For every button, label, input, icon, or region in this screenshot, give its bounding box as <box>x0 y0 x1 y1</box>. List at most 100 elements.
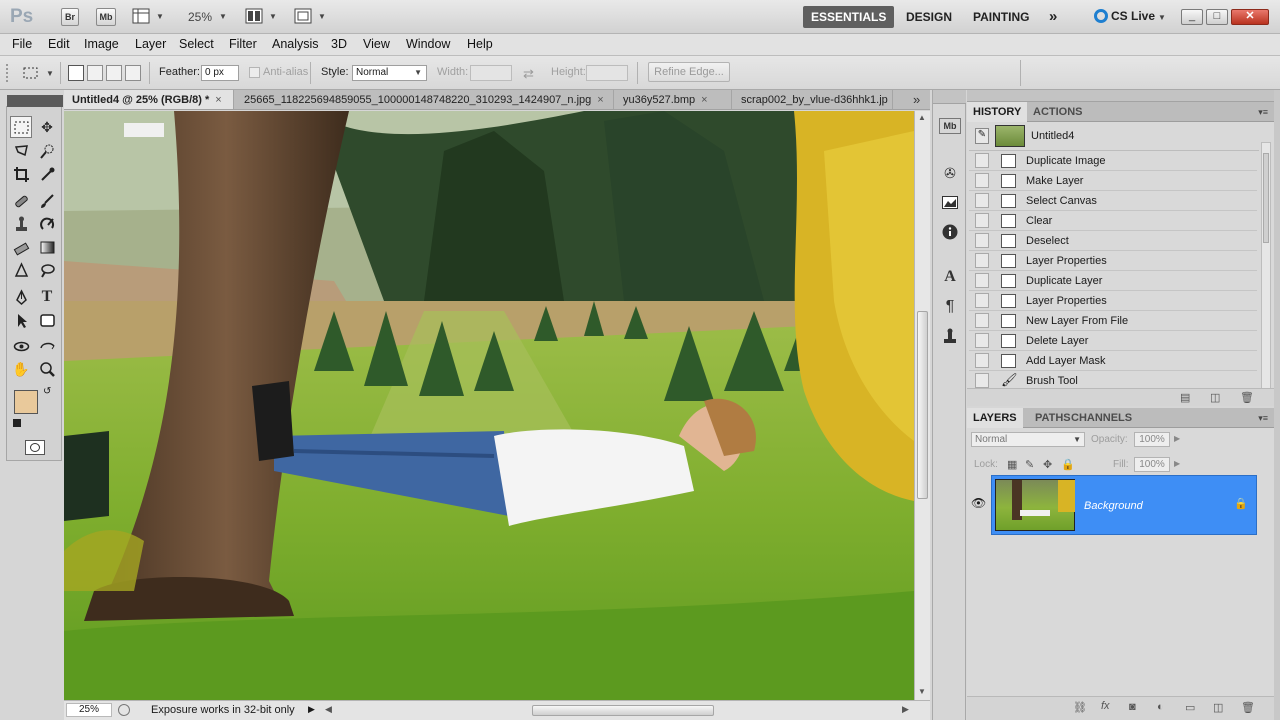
clone-source-panel-icon[interactable] <box>939 325 961 347</box>
minimize-icon[interactable]: _ <box>1181 9 1203 25</box>
history-state[interactable]: Duplicate Layer <box>969 271 1257 291</box>
subtract-from-selection-icon[interactable] <box>106 65 122 81</box>
menu-filter[interactable]: Filter <box>229 37 257 51</box>
zoom-level[interactable]: 25% <box>188 10 212 24</box>
launch-bridge-button[interactable]: Br <box>61 8 79 26</box>
document-tab-yu36y527[interactable]: yu36y527.bmp × <box>615 90 732 109</box>
blend-mode-select[interactable]: Normal ▼ <box>971 432 1085 447</box>
menu-file[interactable]: File <box>12 37 32 51</box>
quick-selection-tool-icon[interactable] <box>36 140 58 162</box>
history-state[interactable]: Delete Layer <box>969 331 1257 351</box>
tab-channels[interactable]: CHANNELS <box>1065 408 1138 428</box>
swap-width-height-icon[interactable]: ⇄ <box>523 66 534 82</box>
zoom-dropdown-icon[interactable]: ▼ <box>219 12 227 21</box>
history-state[interactable]: New Layer From File <box>969 311 1257 331</box>
delete-state-icon[interactable]: 🗑 <box>1240 391 1254 404</box>
clone-stamp-tool-icon[interactable] <box>10 213 32 235</box>
minibridge-panel-icon[interactable]: Mb <box>939 118 961 134</box>
3d-rotate-tool-icon[interactable] <box>10 335 32 357</box>
type-tool-icon[interactable]: T <box>36 286 58 308</box>
menu-analysis[interactable]: Analysis <box>272 37 319 51</box>
tools-panel-header[interactable] <box>7 95 63 107</box>
tool-preset-picker-icon[interactable] <box>22 65 40 81</box>
history-panel-menu-icon[interactable]: ▾≡ <box>1258 107 1268 118</box>
eraser-tool-icon[interactable] <box>10 236 32 258</box>
new-group-icon[interactable]: ▭ <box>1185 701 1195 714</box>
menu-3d[interactable]: 3D <box>331 37 347 51</box>
fill-slider-icon[interactable]: ▶ <box>1174 459 1180 468</box>
maximize-icon[interactable]: □ <box>1206 9 1228 25</box>
blur-tool-icon[interactable] <box>10 259 32 281</box>
cs-live-menu[interactable]: CS Live ▼ <box>1094 9 1166 23</box>
status-zoom[interactable]: 25% <box>66 703 112 717</box>
history-brush-tool-icon[interactable] <box>36 213 58 235</box>
history-state[interactable]: Select Canvas <box>969 191 1257 211</box>
document-tab-untitled4[interactable]: Untitled4 @ 25% (RGB/8) * × <box>64 90 234 109</box>
paragraph-panel-icon[interactable]: ¶ <box>939 296 961 318</box>
intersect-selection-icon[interactable] <box>125 65 141 81</box>
layer-row-background[interactable]: Background 🔒 <box>991 475 1257 535</box>
scroll-down-icon[interactable]: ▼ <box>918 687 926 696</box>
snapshot-source-icon[interactable]: ✎ <box>975 128 989 144</box>
more-workspaces-icon[interactable]: » <box>1041 6 1065 28</box>
close-tab-icon[interactable]: × <box>597 94 603 106</box>
info-panel-icon[interactable] <box>939 221 961 243</box>
history-snapshot[interactable]: ✎ Untitled4 <box>969 123 1259 151</box>
width-input[interactable] <box>470 65 512 81</box>
dodge-tool-icon[interactable] <box>36 259 58 281</box>
scroll-right-icon[interactable]: ▶ <box>902 704 909 715</box>
vertical-scrollbar[interactable]: ▲ ▼ <box>914 111 930 700</box>
refine-edge-button[interactable]: Refine Edge... <box>648 62 730 82</box>
vertical-scroll-thumb[interactable] <box>917 311 928 499</box>
link-layers-icon[interactable]: ⛓ <box>1073 701 1087 714</box>
delete-layer-icon[interactable]: 🗑 <box>1241 701 1255 714</box>
layer-style-icon[interactable]: fx <box>1101 700 1110 712</box>
opacity-slider-icon[interactable]: ▶ <box>1174 434 1180 443</box>
quick-mask-icon[interactable] <box>25 440 45 455</box>
path-selection-tool-icon[interactable] <box>10 309 32 331</box>
default-colors-icon[interactable] <box>13 419 21 427</box>
swap-colors-icon[interactable]: ↺ <box>43 386 51 397</box>
close-tab-icon[interactable]: × <box>701 94 707 106</box>
workspace-design[interactable]: DESIGN <box>898 6 960 28</box>
document-tab-scrap002[interactable]: scrap002_by_vlue-d36hhk1.jp <box>733 90 893 109</box>
menu-window[interactable]: Window <box>406 37 450 51</box>
scroll-left-icon[interactable]: ◀ <box>325 704 332 715</box>
gradient-tool-icon[interactable] <box>36 236 58 258</box>
history-state[interactable]: Add Layer Mask <box>969 351 1257 371</box>
view-extras-dropdown-icon[interactable]: ▼ <box>156 12 164 21</box>
spot-healing-brush-tool-icon[interactable] <box>10 190 32 212</box>
menu-select[interactable]: Select <box>179 37 214 51</box>
3d-orbit-tool-icon[interactable] <box>36 335 58 357</box>
options-grip[interactable] <box>6 64 10 82</box>
opacity-input[interactable]: 100% <box>1134 432 1170 447</box>
close-tab-icon[interactable]: × <box>215 94 221 106</box>
pen-tool-icon[interactable] <box>10 286 32 308</box>
lasso-tool-icon[interactable] <box>10 140 32 162</box>
document-canvas[interactable] <box>64 111 914 700</box>
feather-input[interactable]: 0 px <box>201 65 239 81</box>
add-layer-mask-icon[interactable]: ◙ <box>1129 701 1136 713</box>
new-layer-icon[interactable]: ◫ <box>1213 701 1223 714</box>
lock-all-icon[interactable]: 🔒 <box>1061 458 1075 471</box>
close-icon[interactable]: ✕ <box>1231 9 1269 25</box>
history-state[interactable]: Layer Properties <box>969 291 1257 311</box>
screen-mode-icon[interactable] <box>294 8 312 24</box>
menu-help[interactable]: Help <box>467 37 493 51</box>
navigator-panel-icon[interactable]: ✇ <box>939 162 961 184</box>
antialias-checkbox[interactable] <box>249 67 260 78</box>
rectangular-marquee-tool-icon[interactable] <box>10 116 32 138</box>
scroll-up-icon[interactable]: ▲ <box>918 113 926 122</box>
menu-image[interactable]: Image <box>84 37 119 51</box>
arrange-dropdown-icon[interactable]: ▼ <box>269 12 277 21</box>
tab-history[interactable]: HISTORY <box>967 102 1028 122</box>
history-state[interactable]: Make Layer <box>969 171 1257 191</box>
history-state[interactable]: Deselect <box>969 231 1257 251</box>
character-panel-icon[interactable]: A <box>939 266 961 288</box>
fill-input[interactable]: 100% <box>1134 457 1170 472</box>
new-snapshot-icon[interactable]: ◫ <box>1210 391 1220 404</box>
menu-edit[interactable]: Edit <box>48 37 70 51</box>
launch-minibridge-button[interactable]: Mb <box>96 8 116 26</box>
status-menu-icon[interactable]: ▶ <box>308 704 315 715</box>
horizontal-scroll-thumb[interactable] <box>532 705 714 716</box>
